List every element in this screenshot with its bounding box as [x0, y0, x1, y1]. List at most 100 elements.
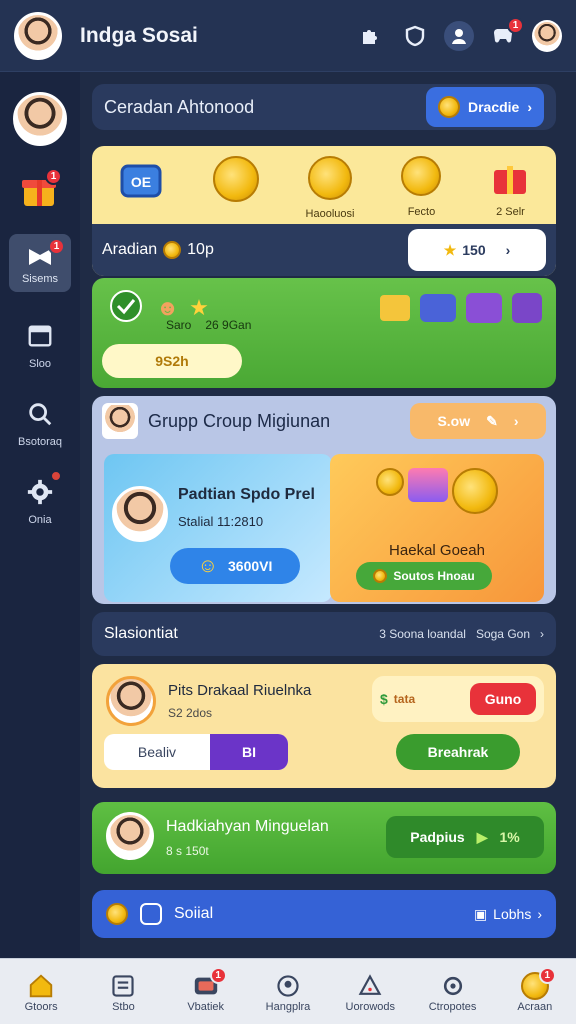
- banner-button[interactable]: Dracdie ›: [426, 87, 544, 127]
- group-action-label: S.ow: [437, 413, 471, 429]
- nav-label: Stbo: [112, 1000, 135, 1013]
- progress-pill-label: 9S2h: [155, 353, 189, 369]
- sidebar-badge: 1: [48, 238, 65, 255]
- profile-avatar[interactable]: [14, 11, 62, 60]
- gear-icon: [438, 971, 468, 1001]
- promo-avatar: [112, 486, 168, 542]
- score-value: 150: [462, 242, 486, 258]
- green-card-label: 26 9Gan: [205, 318, 252, 332]
- banner-button-label: Dracdie: [467, 99, 520, 115]
- group-title: Grupp Croup Migiunan: [148, 410, 331, 431]
- gamepad-icon[interactable]: 1: [488, 16, 524, 51]
- match-action-button[interactable]: Breahrak: [396, 734, 520, 770]
- match-subtitle: S2 2dos: [168, 706, 213, 720]
- reward-item[interactable]: Haooluosi: [306, 156, 354, 228]
- nav-label: Gtoors: [24, 1000, 58, 1013]
- coin-icon: [212, 156, 259, 202]
- nav-label: Hangplra: [265, 1000, 311, 1013]
- reward-item[interactable]: [212, 156, 259, 228]
- reward-avatar[interactable]: [106, 812, 154, 860]
- sidebar-item-sloo[interactable]: Sloo: [0, 314, 80, 370]
- sidebar-item-sisems[interactable]: Sisems 1: [0, 234, 80, 292]
- sidebar-item-bsotoraq[interactable]: Bsotoraq: [0, 392, 80, 448]
- match-chip-b-label: Guno: [484, 691, 522, 707]
- play-icon: ▶: [476, 828, 488, 845]
- notification-badge: 1: [507, 16, 524, 34]
- group-card: Grupp Croup Migiunan S.ow ✎ › Padtian Sp…: [92, 396, 556, 604]
- chevron-right-icon: ›: [505, 242, 511, 258]
- home-icon: [26, 971, 56, 1001]
- reward-label: Fecto: [407, 206, 436, 218]
- bottom-navbar: Gtoors Stbo 1 Vbatiek Hangplra Uorowods …: [0, 958, 576, 1024]
- sidebar-item-label: Onia: [28, 514, 52, 526]
- green-reward-card: Hadkiahyan Minguelan 8 s 150t Padpius ▶ …: [92, 802, 556, 874]
- window-icon: [18, 314, 62, 358]
- promo-card-left[interactable]: Padtian Spdo Prel Stalial 11:2810 ☺ 3600…: [104, 454, 332, 602]
- puzzle-icon[interactable]: [356, 21, 386, 51]
- reward-item[interactable]: OE: [116, 156, 166, 228]
- nav-item-alerts[interactable]: Uorowods: [334, 971, 406, 1013]
- shield-icon[interactable]: [400, 21, 430, 51]
- coin-icon: [452, 468, 498, 514]
- match-chip-a-label: tata: [393, 692, 416, 706]
- banner-title: Ceradan Ahtonood: [104, 96, 255, 117]
- support-icon: [273, 971, 303, 1001]
- nav-label: Acraan: [517, 1000, 553, 1013]
- nav-item-list[interactable]: Stbo: [87, 971, 159, 1013]
- nav-item-home[interactable]: Gtoors: [5, 971, 77, 1013]
- promo-claim-button[interactable]: Soutos Hnoau: [356, 562, 492, 590]
- match-chip-b[interactable]: Guno: [470, 683, 536, 715]
- app-title: Indga Sosai: [80, 23, 198, 47]
- rewards-bottom-label: Aradian: [102, 241, 158, 258]
- list-icon: [108, 971, 138, 1001]
- nav-item-settings[interactable]: Ctropotes: [417, 971, 489, 1013]
- smile-icon: ☺: [197, 554, 219, 577]
- promo-claim-label: Soutos Hnoau: [393, 569, 475, 583]
- star-icon: ★: [443, 241, 457, 258]
- sidebar: 1 Sisems 1 Sloo Bsotoraq Onia: [0, 72, 80, 958]
- match-chip-a[interactable]: $ tata: [380, 691, 415, 707]
- group-avatar[interactable]: [102, 403, 138, 439]
- discord-icon: [140, 903, 162, 925]
- reward-item[interactable]: Fecto: [401, 156, 442, 228]
- green-card-button[interactable]: Padpius ▶ 1%: [386, 816, 544, 858]
- sidebar-item-label: Sloo: [28, 358, 52, 370]
- progress-pill[interactable]: 9S2h: [102, 344, 242, 378]
- reward-label: 2 Selr: [496, 206, 525, 218]
- nav-item-support[interactable]: Hangplra: [252, 971, 324, 1013]
- match-avatar[interactable]: [106, 676, 156, 726]
- shield-badge-icon: [110, 290, 142, 322]
- promo-card-right[interactable]: Haekal Goeah Soutos Hnoau: [330, 454, 544, 602]
- social-label: Soiial: [174, 905, 214, 922]
- alert-icon: [355, 971, 385, 1001]
- group-action-button[interactable]: S.ow ✎ ›: [410, 403, 546, 439]
- section-header: Slasiontiat 3 Soona loandal Soga Gon ›: [92, 612, 556, 656]
- home-flag-icon: Sisems 1: [9, 234, 71, 292]
- match-toggle[interactable]: Bealiv BI: [104, 734, 288, 770]
- reward-item[interactable]: 2 Selr: [488, 156, 532, 228]
- rewards-bottom-value: 10p: [187, 241, 214, 258]
- sidebar-item-onia[interactable]: Onia: [0, 470, 80, 526]
- sidebar-item-label: Bsotoraq: [17, 436, 63, 448]
- sidebar-item-gift[interactable]: 1: [0, 168, 80, 212]
- coin-icon: [373, 569, 388, 583]
- sidebar-avatar[interactable]: [0, 92, 80, 146]
- nav-item-coins[interactable]: 1 Acraan: [499, 966, 571, 1013]
- promo-join-button[interactable]: ☺ 3600VI: [170, 548, 300, 584]
- social-bar[interactable]: Soiial ▣ Lobhs ›: [92, 890, 556, 938]
- gift-box-icon: [494, 166, 527, 194]
- user-avatar-small[interactable]: [532, 19, 562, 52]
- nav-item-video[interactable]: 1 Vbatiek: [170, 966, 242, 1013]
- toggle-left-label: Bealiv: [137, 744, 177, 760]
- ticket-icon: OE: [120, 164, 161, 198]
- sidebar-item-label: Sisems: [21, 273, 59, 285]
- chevron-right-icon: ›: [527, 99, 533, 115]
- nav-label: Ctropotes: [428, 1000, 477, 1013]
- coin-icon: [376, 468, 404, 496]
- user-circle-icon[interactable]: [444, 20, 474, 51]
- score-button[interactable]: ★ 150 ›: [408, 229, 546, 271]
- tile-icon: [466, 293, 502, 323]
- section-link[interactable]: 3 Soona loandal Soga Gon ›: [379, 627, 544, 641]
- search-icon: [18, 392, 62, 436]
- match-name: Pits Drakaal Riuelnka: [168, 682, 312, 699]
